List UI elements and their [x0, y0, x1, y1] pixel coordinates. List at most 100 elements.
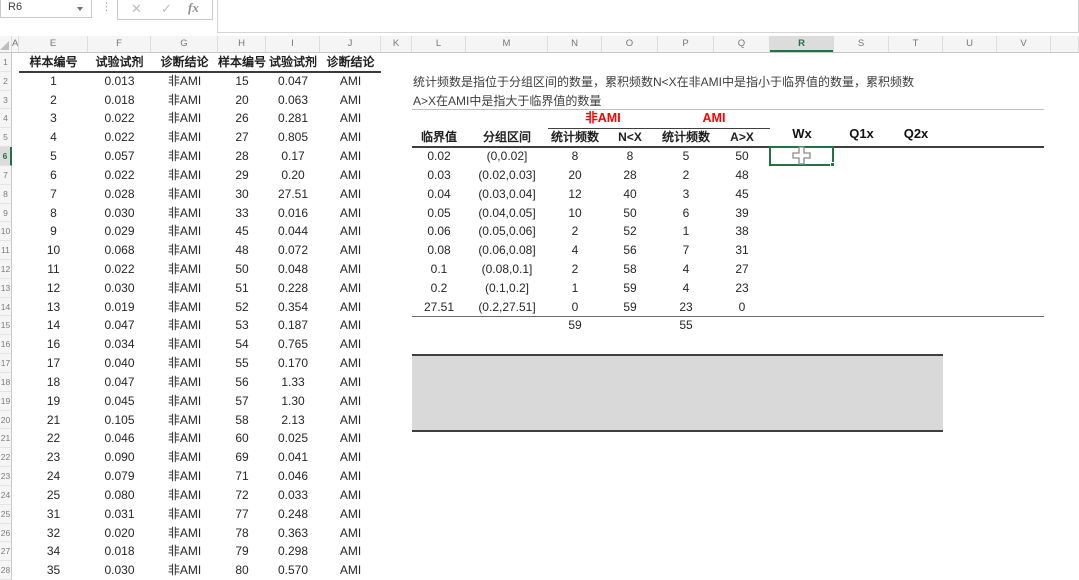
cell-J9[interactable]: AMI: [320, 204, 381, 223]
cell-N6[interactable]: 8: [548, 147, 602, 166]
cell-E26[interactable]: 32: [19, 524, 88, 543]
cell-O5[interactable]: N<X: [602, 128, 658, 147]
cell-H6[interactable]: 28: [218, 147, 266, 166]
cell-E14[interactable]: 13: [19, 298, 88, 317]
cell-Q11[interactable]: 31: [714, 241, 770, 260]
row-header-3[interactable]: 3: [0, 91, 12, 110]
cell-E19[interactable]: 19: [19, 392, 88, 411]
cell-F5[interactable]: 0.022: [88, 128, 151, 147]
row-header-14[interactable]: 14: [0, 298, 12, 317]
cell-M5[interactable]: 分组区间: [466, 128, 548, 147]
cell-J10[interactable]: AMI: [320, 222, 381, 241]
cell-F2[interactable]: 0.013: [88, 72, 151, 91]
cell-G12[interactable]: 非AMI: [151, 260, 218, 279]
row-header-16[interactable]: 16: [0, 335, 12, 354]
cell-O10[interactable]: 52: [602, 222, 658, 241]
cell-G21[interactable]: 非AMI: [151, 429, 218, 448]
cell-H7[interactable]: 29: [218, 166, 266, 185]
row-header-9[interactable]: 9: [0, 204, 12, 223]
cell-E23[interactable]: 24: [19, 467, 88, 486]
cell-O6[interactable]: 8: [602, 147, 658, 166]
cell-G1[interactable]: 诊断结论: [151, 53, 218, 72]
cell-H10[interactable]: 45: [218, 222, 266, 241]
cell-N14[interactable]: 0: [548, 298, 602, 317]
cell-I1[interactable]: 试验试剂: [266, 53, 320, 72]
cell-F26[interactable]: 0.020: [88, 524, 151, 543]
cell-F9[interactable]: 0.030: [88, 204, 151, 223]
cell-I16[interactable]: 0.765: [266, 335, 320, 354]
cell-H28[interactable]: 80: [218, 561, 266, 580]
cell-M13[interactable]: (0.1,0.2]: [466, 279, 548, 298]
cell-L10[interactable]: 0.06: [412, 222, 466, 241]
cell-F28[interactable]: 0.030: [88, 561, 151, 580]
cell-J27[interactable]: AMI: [320, 542, 381, 561]
cell-E5[interactable]: 4: [19, 128, 88, 147]
cell-E2[interactable]: 1: [19, 72, 88, 91]
cell-P9[interactable]: 6: [658, 204, 714, 223]
cell-F1[interactable]: 试验试剂: [88, 53, 151, 72]
cell-L11[interactable]: 0.08: [412, 241, 466, 260]
cell-H9[interactable]: 33: [218, 204, 266, 223]
cell-M9[interactable]: (0.04,0.05]: [466, 204, 548, 223]
cell-E7[interactable]: 6: [19, 166, 88, 185]
cell-E3[interactable]: 2: [19, 91, 88, 110]
cell-F16[interactable]: 0.034: [88, 335, 151, 354]
cell-Q5[interactable]: A>X: [714, 128, 770, 147]
cell-M10[interactable]: (0.05,0.06]: [466, 222, 548, 241]
cell-J6[interactable]: AMI: [320, 147, 381, 166]
cell-M14[interactable]: (0.2,27.51]: [466, 298, 548, 317]
cell-H16[interactable]: 54: [218, 335, 266, 354]
formula-bar-input[interactable]: [217, 0, 1079, 33]
cell-I17[interactable]: 0.170: [266, 354, 320, 373]
cell-O12[interactable]: 58: [602, 260, 658, 279]
cell-G7[interactable]: 非AMI: [151, 166, 218, 185]
cell-F11[interactable]: 0.068: [88, 241, 151, 260]
cell-E10[interactable]: 9: [19, 222, 88, 241]
row-header-8[interactable]: 8: [0, 185, 12, 204]
cell-J1[interactable]: 诊断结论: [320, 53, 381, 72]
row-header-15[interactable]: 15: [0, 316, 12, 335]
cell-I12[interactable]: 0.048: [266, 260, 320, 279]
cell-N12[interactable]: 2: [548, 260, 602, 279]
cell-I20[interactable]: 2.13: [266, 411, 320, 430]
cell-Q10[interactable]: 38: [714, 222, 770, 241]
row-header-21[interactable]: 21: [0, 429, 12, 448]
cell-O9[interactable]: 50: [602, 204, 658, 223]
cell-E17[interactable]: 17: [19, 354, 88, 373]
row-header-5[interactable]: 5: [0, 128, 12, 147]
cell-P11[interactable]: 7: [658, 241, 714, 260]
cell-E24[interactable]: 25: [19, 486, 88, 505]
cell-J23[interactable]: AMI: [320, 467, 381, 486]
cell-G14[interactable]: 非AMI: [151, 298, 218, 317]
column-header-R[interactable]: R: [770, 36, 834, 52]
cell-E27[interactable]: 34: [19, 542, 88, 561]
cell-Q14[interactable]: 0: [714, 298, 770, 317]
cell-P10[interactable]: 1: [658, 222, 714, 241]
column-header-T[interactable]: T: [889, 36, 943, 52]
cell-P6[interactable]: 5: [658, 147, 714, 166]
cell-Q8[interactable]: 45: [714, 185, 770, 204]
cell-I5[interactable]: 0.805: [266, 128, 320, 147]
fill-handle[interactable]: [830, 162, 835, 167]
cell-G25[interactable]: 非AMI: [151, 505, 218, 524]
cell-I6[interactable]: 0.17: [266, 147, 320, 166]
cell-J15[interactable]: AMI: [320, 316, 381, 335]
cell-G18[interactable]: 非AMI: [151, 373, 218, 392]
cell-E13[interactable]: 12: [19, 279, 88, 298]
cell-Q7[interactable]: 48: [714, 166, 770, 185]
cell-J5[interactable]: AMI: [320, 128, 381, 147]
column-header-O[interactable]: O: [602, 36, 658, 52]
cell-G27[interactable]: 非AMI: [151, 542, 218, 561]
cell-E28[interactable]: 35: [19, 561, 88, 580]
row-header-1[interactable]: 1: [0, 53, 12, 72]
cell-Q9[interactable]: 39: [714, 204, 770, 223]
cell-O7[interactable]: 28: [602, 166, 658, 185]
cell-F18[interactable]: 0.047: [88, 373, 151, 392]
cell-J17[interactable]: AMI: [320, 354, 381, 373]
cell-I3[interactable]: 0.063: [266, 91, 320, 110]
row-header-27[interactable]: 27: [0, 542, 12, 561]
cell-G17[interactable]: 非AMI: [151, 354, 218, 373]
cell-G23[interactable]: 非AMI: [151, 467, 218, 486]
cell-J24[interactable]: AMI: [320, 486, 381, 505]
cell-F8[interactable]: 0.028: [88, 185, 151, 204]
